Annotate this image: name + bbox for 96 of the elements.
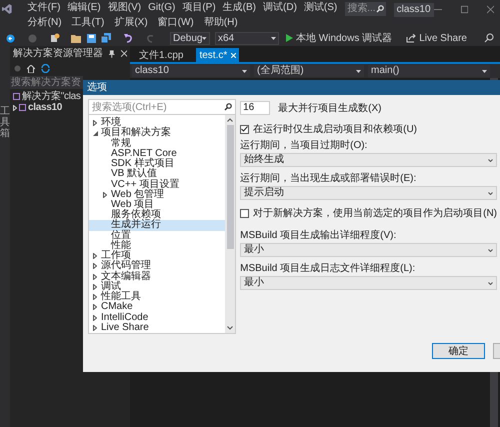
close-icon[interactable] (120, 50, 127, 57)
share-icon (406, 34, 416, 42)
check-icon (241, 126, 248, 132)
dropdown[interactable]: 提示启动 (240, 186, 497, 200)
checkbox-label: 对于新解决方案，使用当前选定的项目作为启动项目(N) (253, 206, 497, 220)
new-item-icon[interactable] (50, 33, 60, 43)
close-icon (231, 52, 236, 58)
menu-item[interactable]: 调试(D) (263, 3, 297, 13)
scope-dropdown[interactable]: class10 (132, 65, 250, 77)
panel-title: 解决方案资源管理器 (13, 46, 103, 61)
close-icon[interactable] (486, 5, 494, 14)
menu-item[interactable]: 视图(V) (108, 3, 142, 13)
caret-icon (488, 158, 493, 162)
tree-item[interactable]: VC++ 项目设置 (89, 179, 226, 190)
menu-item[interactable]: 生成(B) (222, 3, 256, 13)
expand-arrow-icon (13, 104, 17, 110)
menu-item[interactable]: 帮助(H) (204, 18, 238, 28)
scroll-up-icon[interactable] (227, 118, 234, 122)
checkbox[interactable] (240, 208, 250, 218)
undo-icon[interactable] (124, 34, 133, 42)
menu-item[interactable]: 窗口(W) (158, 18, 194, 28)
search-field[interactable]: 搜索选项(Ctrl+E) (88, 99, 236, 115)
caret-icon (356, 70, 361, 72)
document-tab[interactable]: test.c* (196, 48, 240, 62)
home-icon[interactable] (27, 64, 35, 72)
tree-item[interactable]: 生成并运行 (89, 220, 226, 231)
field-label: 最大并行项目生成数(X) (278, 102, 382, 116)
tree-item[interactable]: Web 包管理 (89, 190, 226, 200)
search-field[interactable]: 搜索... (345, 2, 386, 16)
tree-item[interactable]: 调试 (89, 282, 226, 292)
folder-icon[interactable] (71, 34, 82, 42)
menu-item[interactable]: 分析(N) (28, 18, 62, 28)
dropdown[interactable]: 始终生成 (240, 153, 497, 167)
tree-item[interactable]: VB 默认值 (89, 169, 226, 180)
menu-item[interactable]: 测试(S) (304, 3, 338, 13)
caret-icon (202, 36, 207, 40)
play-icon (286, 34, 293, 42)
save-icon[interactable] (87, 34, 96, 42)
ok-button[interactable]: 确定 (432, 343, 485, 359)
tree-item[interactable]: 性能 (89, 240, 226, 252)
search-field[interactable]: 搜索解决方案资 (10, 76, 83, 89)
checkbox[interactable] (240, 124, 250, 134)
field-label: 运行期间，当项目过期时(O): (240, 140, 368, 152)
maximize-icon[interactable] (460, 5, 468, 14)
menu-item[interactable]: Git(G) (148, 3, 176, 13)
tree-item[interactable]: 常规 (89, 138, 226, 149)
tree-item[interactable]: 工作项 (89, 251, 226, 262)
live-share-button[interactable]: Live Share (406, 30, 467, 46)
search-icon (376, 5, 384, 13)
dropdown[interactable]: 最小 (240, 243, 497, 257)
checkbox-label: 在运行时仅生成启动项目和依赖项(U) (253, 122, 417, 136)
caret-icon (482, 70, 487, 72)
menu-item[interactable]: 扩展(X) (114, 18, 148, 28)
number-field[interactable]: 16 (240, 101, 270, 115)
tree-item[interactable]: 源代码管理 (89, 261, 226, 272)
caret-icon (488, 282, 493, 284)
expand-arrow-icon (103, 192, 107, 198)
tree-item[interactable]: IntelliCode (89, 312, 226, 323)
caret-icon (488, 192, 493, 194)
field-label: 运行期间，当出现生成或部署错误时(E): (240, 173, 418, 185)
caret-icon (242, 70, 247, 72)
configuration-dropdown[interactable]: Debug (170, 32, 210, 44)
scope-dropdown[interactable]: main() (368, 65, 490, 77)
back-icon[interactable] (6, 34, 15, 42)
tree-item[interactable]: 文本编辑器 (89, 272, 226, 282)
field-label: MSBuild 项目生成日志文件详细程度(L): (240, 263, 416, 275)
logo-icon (2, 2, 12, 16)
expand-arrow-icon (93, 120, 97, 126)
caret-icon (271, 36, 276, 40)
menu-item[interactable]: 编辑(E) (67, 3, 101, 13)
field-label: MSBuild 项目生成输出详细程度(V): (240, 230, 398, 242)
window-title: class10 (394, 3, 434, 17)
document-tab[interactable]: 文件1.cpp (136, 48, 186, 62)
collapse-arrow-icon (93, 130, 98, 136)
scope-dropdown[interactable]: (全局范围) (254, 65, 364, 77)
search-icon (224, 103, 232, 111)
tree-item[interactable]: 性能工具 (89, 292, 226, 302)
pin-icon[interactable] (109, 50, 115, 58)
tree-item[interactable]: 位置 (89, 230, 226, 241)
tree-item[interactable]: ASP.NET Core (89, 148, 226, 159)
save-all-icon[interactable] (101, 33, 111, 43)
tree-item[interactable]: SDK 样式项目 (89, 158, 226, 170)
menu-item[interactable]: 文件(F) (28, 3, 60, 13)
sync-icon[interactable] (41, 64, 50, 73)
menu-item[interactable]: 项目(P) (182, 3, 216, 13)
feedback-icon[interactable] (484, 33, 494, 43)
platform-dropdown[interactable]: x64 (215, 32, 279, 44)
scroll-down-icon[interactable] (227, 326, 234, 330)
start-debugging-button[interactable]: 本地 Windows 调试器 (286, 30, 392, 46)
dropdown[interactable]: 最小 (240, 276, 497, 290)
tree-item[interactable]: Live Share (89, 322, 226, 333)
menu-item[interactable]: 工具(T) (72, 18, 104, 28)
caret-icon (488, 248, 493, 252)
minimize-icon[interactable] (434, 9, 442, 11)
tree-item[interactable]: 项目和解决方案 (89, 128, 226, 138)
tree-item[interactable]: CMake (89, 302, 226, 312)
